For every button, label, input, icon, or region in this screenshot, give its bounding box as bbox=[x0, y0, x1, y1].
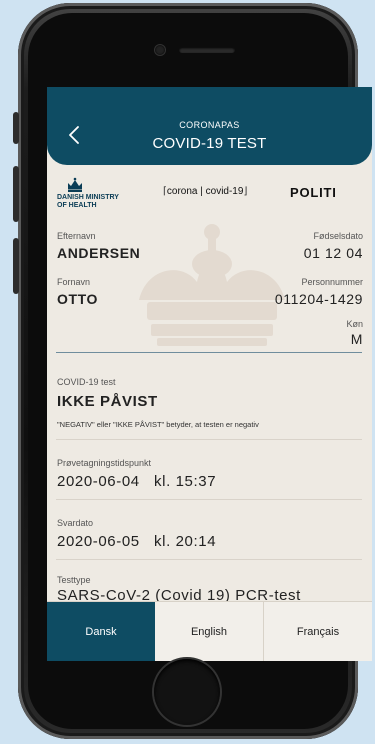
answer-date-label: Svardato bbox=[57, 518, 94, 528]
corona-logo-text: corona | covid-19 bbox=[166, 186, 244, 197]
divider bbox=[56, 439, 362, 440]
crown-watermark-icon bbox=[139, 224, 285, 346]
tab-dansk[interactable]: Dansk bbox=[47, 602, 155, 661]
page-title: COVID-19 TEST bbox=[152, 135, 267, 152]
volume-up-button bbox=[13, 166, 19, 222]
earpiece-speaker bbox=[179, 47, 235, 53]
header-supertitle: CORONAPAS bbox=[179, 120, 240, 130]
tab-francais[interactable]: Français bbox=[264, 602, 372, 661]
app-screen: CORONAPAS COVID-19 TEST DANISH MINISTRY … bbox=[47, 87, 372, 661]
front-camera bbox=[155, 45, 165, 55]
app-header: CORONAPAS COVID-19 TEST bbox=[47, 87, 372, 165]
result-value: IKKE PÅVIST bbox=[57, 393, 158, 410]
test-type-label: Testtype bbox=[57, 575, 91, 585]
result-note: "NEGATIV" eller "IKKE PÅVIST" betyder, a… bbox=[57, 420, 259, 429]
ministry-line-2: OF HEALTH bbox=[57, 202, 97, 209]
divider bbox=[56, 499, 362, 500]
mute-switch bbox=[13, 112, 19, 144]
surname-value: ANDERSEN bbox=[57, 245, 141, 261]
divider bbox=[56, 559, 362, 560]
cpr-value: 011204-1429 bbox=[274, 291, 363, 307]
birthdate-value: 01 12 04 bbox=[303, 245, 363, 261]
firstname-label: Fornavn bbox=[57, 277, 91, 287]
answer-date-value: 2020-06-05 kl. 20:14 bbox=[57, 533, 217, 550]
politi-logo: POLITI bbox=[290, 185, 337, 200]
corona-covid-logo: ⌈corona | covid-19⌋ bbox=[163, 186, 248, 197]
cpr-label: Personnummer bbox=[301, 277, 363, 287]
ministry-line-1: DANISH MINISTRY bbox=[57, 194, 119, 201]
home-button[interactable] bbox=[154, 659, 220, 725]
firstname-value: OTTO bbox=[57, 291, 99, 307]
sampling-value: 2020-06-04 kl. 15:37 bbox=[57, 473, 217, 490]
surname-label: Efternavn bbox=[57, 231, 96, 241]
language-tabs: Dansk English Français bbox=[47, 601, 372, 661]
volume-down-button bbox=[13, 238, 19, 294]
sex-label: Køn bbox=[346, 319, 363, 329]
crown-icon bbox=[68, 177, 82, 192]
logo-bar: DANISH MINISTRY OF HEALTH ⌈corona | covi… bbox=[47, 172, 372, 216]
tab-english[interactable]: English bbox=[155, 602, 264, 661]
section-divider bbox=[56, 352, 362, 353]
sampling-label: Prøvetagningstidspunkt bbox=[57, 458, 152, 468]
birthdate-label: Fødselsdato bbox=[313, 231, 363, 241]
danish-ministry-logo: DANISH MINISTRY OF HEALTH bbox=[57, 177, 157, 211]
result-label: COVID-19 test bbox=[57, 377, 116, 387]
sex-value: M bbox=[350, 331, 363, 347]
